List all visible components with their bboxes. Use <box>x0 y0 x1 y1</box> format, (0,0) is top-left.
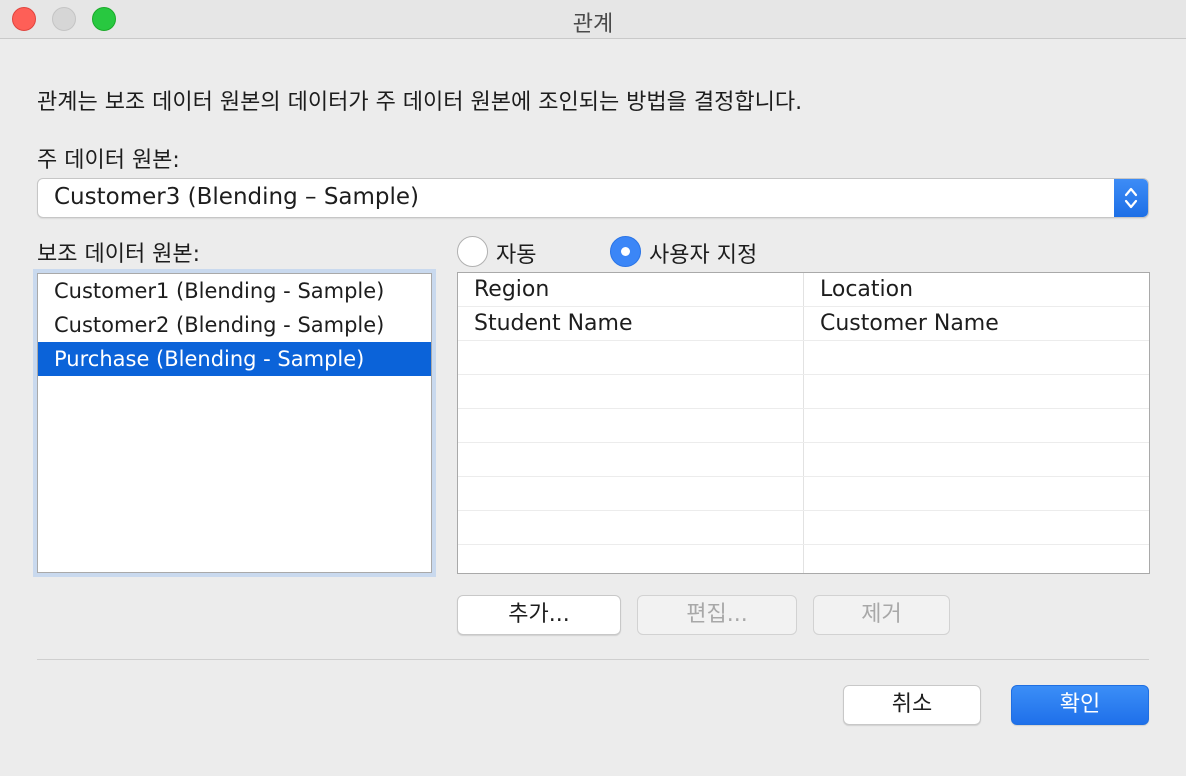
dialog-description: 관계는 보조 데이터 원본의 데이터가 주 데이터 원본에 조인되는 방법을 결… <box>37 90 803 115</box>
radio-auto-label: 자동 <box>496 243 537 268</box>
empty-row <box>458 375 1149 409</box>
radio-circle[interactable] <box>457 236 488 267</box>
divider <box>37 659 1149 660</box>
select-stepper[interactable] <box>1114 179 1148 217</box>
primary-source-value: Customer3 (Blending – Sample) <box>54 184 420 210</box>
primary-source-label: 주 데이터 원본: <box>37 148 180 173</box>
primary-field-cell: Student Name <box>474 311 633 336</box>
empty-row <box>458 545 1149 573</box>
empty-row <box>458 511 1149 545</box>
secondary-source-list[interactable]: Customer1 (Blending - Sample) Customer2 … <box>37 273 432 573</box>
field-mapping-table[interactable]: Region Location Student Name Customer Na… <box>457 272 1150 574</box>
empty-row <box>458 443 1149 477</box>
table-row[interactable]: Region Location <box>458 273 1149 307</box>
remove-button[interactable]: 제거 <box>813 595 950 635</box>
primary-field-cell: Region <box>474 277 550 302</box>
cancel-button[interactable]: 취소 <box>843 685 981 725</box>
empty-row <box>458 409 1149 443</box>
list-item[interactable]: Purchase (Blending - Sample) <box>38 342 431 376</box>
empty-row <box>458 477 1149 511</box>
edit-button[interactable]: 편집... <box>637 595 797 635</box>
title-bar: 관계 <box>0 0 1186 39</box>
radio-custom[interactable]: 사용자 지정 <box>610 235 780 269</box>
chevron-up-down-icon <box>1124 187 1138 209</box>
secondary-field-cell: Customer Name <box>820 311 999 336</box>
primary-source-select[interactable]: Customer3 (Blending – Sample) <box>37 178 1149 218</box>
radio-auto[interactable]: 자동 <box>457 235 547 269</box>
radio-custom-label: 사용자 지정 <box>649 243 758 268</box>
empty-row <box>458 341 1149 375</box>
secondary-field-cell: Location <box>820 277 914 302</box>
secondary-source-label: 보조 데이터 원본: <box>37 242 201 267</box>
list-item[interactable]: Customer2 (Blending - Sample) <box>38 308 431 342</box>
list-item[interactable]: Customer1 (Blending - Sample) <box>38 274 431 308</box>
ok-button[interactable]: 확인 <box>1011 685 1149 725</box>
table-row[interactable]: Student Name Customer Name <box>458 307 1149 341</box>
window-title: 관계 <box>572 12 614 37</box>
radio-circle-selected[interactable] <box>610 236 641 267</box>
add-button[interactable]: 추가... <box>457 595 621 635</box>
